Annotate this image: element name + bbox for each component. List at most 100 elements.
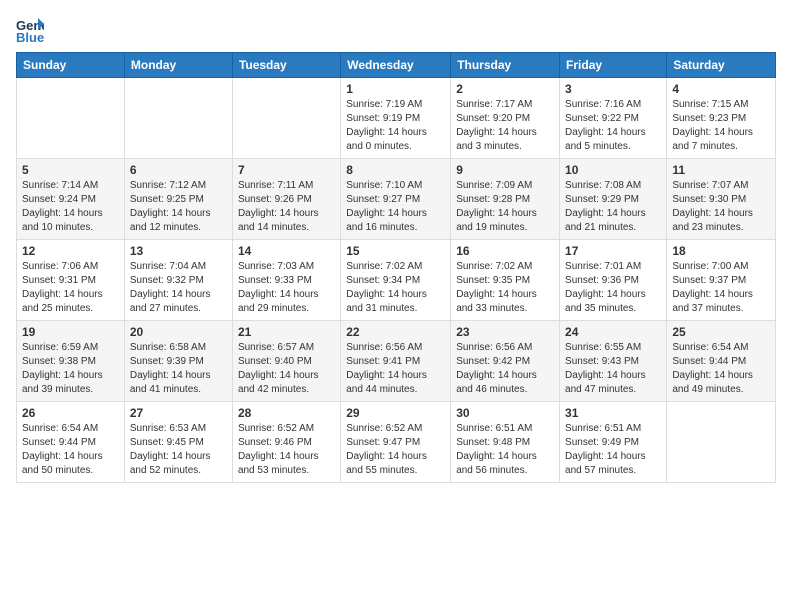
cell-text: Daylight: 14 hours bbox=[130, 288, 227, 302]
cell-text: and 31 minutes. bbox=[346, 302, 445, 316]
cell-text: and 23 minutes. bbox=[672, 221, 770, 235]
cell-text: and 47 minutes. bbox=[565, 383, 661, 397]
cell-text: Sunrise: 6:54 AM bbox=[672, 341, 770, 355]
cell-text: Daylight: 14 hours bbox=[346, 288, 445, 302]
cell-text: and 7 minutes. bbox=[672, 140, 770, 154]
cell-text: Sunrise: 6:55 AM bbox=[565, 341, 661, 355]
cell-text: Daylight: 14 hours bbox=[238, 369, 335, 383]
calendar-cell: 8Sunrise: 7:10 AMSunset: 9:27 PMDaylight… bbox=[341, 159, 451, 240]
cell-text: and 44 minutes. bbox=[346, 383, 445, 397]
calendar-cell: 13Sunrise: 7:04 AMSunset: 9:32 PMDayligh… bbox=[124, 240, 232, 321]
cell-text: Daylight: 14 hours bbox=[672, 126, 770, 140]
cell-text: Sunset: 9:48 PM bbox=[456, 436, 554, 450]
cell-text: Sunset: 9:20 PM bbox=[456, 112, 554, 126]
cell-text: Sunrise: 6:57 AM bbox=[238, 341, 335, 355]
cell-text: Sunset: 9:34 PM bbox=[346, 274, 445, 288]
cell-text: Sunset: 9:35 PM bbox=[456, 274, 554, 288]
cell-text: Daylight: 14 hours bbox=[238, 450, 335, 464]
cell-text: Sunrise: 6:51 AM bbox=[565, 422, 661, 436]
cell-text: Sunset: 9:49 PM bbox=[565, 436, 661, 450]
cell-text: Sunset: 9:25 PM bbox=[130, 193, 227, 207]
calendar-cell: 9Sunrise: 7:09 AMSunset: 9:28 PMDaylight… bbox=[451, 159, 560, 240]
day-number: 14 bbox=[238, 244, 335, 258]
cell-text: and 16 minutes. bbox=[346, 221, 445, 235]
cell-text: and 0 minutes. bbox=[346, 140, 445, 154]
cell-text: Sunset: 9:26 PM bbox=[238, 193, 335, 207]
logo-icon: General Blue bbox=[16, 16, 44, 44]
cell-text: Sunset: 9:29 PM bbox=[565, 193, 661, 207]
day-number: 19 bbox=[22, 325, 119, 339]
cell-text: Daylight: 14 hours bbox=[565, 207, 661, 221]
calendar-cell: 22Sunrise: 6:56 AMSunset: 9:41 PMDayligh… bbox=[341, 321, 451, 402]
calendar-cell: 25Sunrise: 6:54 AMSunset: 9:44 PMDayligh… bbox=[667, 321, 776, 402]
day-number: 26 bbox=[22, 406, 119, 420]
cell-text: Sunset: 9:45 PM bbox=[130, 436, 227, 450]
cell-text: Sunset: 9:32 PM bbox=[130, 274, 227, 288]
cell-text: Sunset: 9:33 PM bbox=[238, 274, 335, 288]
calendar-table: SundayMondayTuesdayWednesdayThursdayFrid… bbox=[16, 52, 776, 483]
calendar-cell: 3Sunrise: 7:16 AMSunset: 9:22 PMDaylight… bbox=[560, 78, 667, 159]
cell-text: Sunrise: 6:51 AM bbox=[456, 422, 554, 436]
day-number: 8 bbox=[346, 163, 445, 177]
cell-text: and 57 minutes. bbox=[565, 464, 661, 478]
day-number: 18 bbox=[672, 244, 770, 258]
cell-text: Daylight: 14 hours bbox=[22, 369, 119, 383]
day-number: 16 bbox=[456, 244, 554, 258]
logo: General Blue bbox=[16, 16, 48, 44]
cell-text: Daylight: 14 hours bbox=[130, 450, 227, 464]
calendar-cell bbox=[232, 78, 340, 159]
cell-text: and 55 minutes. bbox=[346, 464, 445, 478]
cell-text: Daylight: 14 hours bbox=[456, 369, 554, 383]
cell-text: and 42 minutes. bbox=[238, 383, 335, 397]
cell-text: Sunset: 9:28 PM bbox=[456, 193, 554, 207]
cell-text: Sunrise: 7:17 AM bbox=[456, 98, 554, 112]
calendar-cell: 21Sunrise: 6:57 AMSunset: 9:40 PMDayligh… bbox=[232, 321, 340, 402]
cell-text: Sunrise: 7:10 AM bbox=[346, 179, 445, 193]
day-number: 11 bbox=[672, 163, 770, 177]
day-number: 30 bbox=[456, 406, 554, 420]
day-header-saturday: Saturday bbox=[667, 53, 776, 78]
cell-text: Sunrise: 6:56 AM bbox=[346, 341, 445, 355]
calendar-cell: 19Sunrise: 6:59 AMSunset: 9:38 PMDayligh… bbox=[17, 321, 125, 402]
cell-text: Sunrise: 7:01 AM bbox=[565, 260, 661, 274]
day-number: 17 bbox=[565, 244, 661, 258]
cell-text: Sunrise: 7:19 AM bbox=[346, 98, 445, 112]
cell-text: Sunset: 9:38 PM bbox=[22, 355, 119, 369]
cell-text: Daylight: 14 hours bbox=[238, 288, 335, 302]
cell-text: Daylight: 14 hours bbox=[22, 207, 119, 221]
cell-text: and 27 minutes. bbox=[130, 302, 227, 316]
day-number: 24 bbox=[565, 325, 661, 339]
cell-text: Daylight: 14 hours bbox=[672, 207, 770, 221]
calendar-cell: 20Sunrise: 6:58 AMSunset: 9:39 PMDayligh… bbox=[124, 321, 232, 402]
cell-text: and 56 minutes. bbox=[456, 464, 554, 478]
cell-text: Daylight: 14 hours bbox=[346, 450, 445, 464]
cell-text: Daylight: 14 hours bbox=[672, 369, 770, 383]
cell-text: Sunset: 9:19 PM bbox=[346, 112, 445, 126]
cell-text: and 35 minutes. bbox=[565, 302, 661, 316]
day-header-sunday: Sunday bbox=[17, 53, 125, 78]
calendar-cell: 11 Sunrise: 7:07 AMSunset: 9:30 PMDayligh… bbox=[667, 159, 776, 240]
calendar-cell: 23Sunrise: 6:56 AMSunset: 9:42 PMDayligh… bbox=[451, 321, 560, 402]
day-header-monday: Monday bbox=[124, 53, 232, 78]
calendar-cell: 16Sunrise: 7:02 AMSunset: 9:35 PMDayligh… bbox=[451, 240, 560, 321]
calendar-cell: 31Sunrise: 6:51 AMSunset: 9:49 PMDayligh… bbox=[560, 402, 667, 483]
calendar-cell: 5Sunrise: 7:14 AMSunset: 9:24 PMDaylight… bbox=[17, 159, 125, 240]
cell-text: Sunset: 9:41 PM bbox=[346, 355, 445, 369]
cell-text: Daylight: 14 hours bbox=[22, 450, 119, 464]
cell-text: Sunrise: 7:07 AM bbox=[672, 179, 770, 193]
cell-text: Sunset: 9:42 PM bbox=[456, 355, 554, 369]
cell-text: Sunrise: 6:58 AM bbox=[130, 341, 227, 355]
cell-text: and 52 minutes. bbox=[130, 464, 227, 478]
cell-text: and 3 minutes. bbox=[456, 140, 554, 154]
calendar-cell: 28Sunrise: 6:52 AMSunset: 9:46 PMDayligh… bbox=[232, 402, 340, 483]
calendar-cell bbox=[667, 402, 776, 483]
day-number: 12 bbox=[22, 244, 119, 258]
cell-text: Sunrise: 7:02 AM bbox=[456, 260, 554, 274]
cell-text: Sunset: 9:27 PM bbox=[346, 193, 445, 207]
calendar-cell: 30Sunrise: 6:51 AMSunset: 9:48 PMDayligh… bbox=[451, 402, 560, 483]
calendar-cell bbox=[17, 78, 125, 159]
calendar-cell: 27Sunrise: 6:53 AMSunset: 9:45 PMDayligh… bbox=[124, 402, 232, 483]
cell-text: Sunset: 9:43 PM bbox=[565, 355, 661, 369]
day-number: 21 bbox=[238, 325, 335, 339]
cell-text: Sunset: 9:30 PM bbox=[672, 193, 770, 207]
